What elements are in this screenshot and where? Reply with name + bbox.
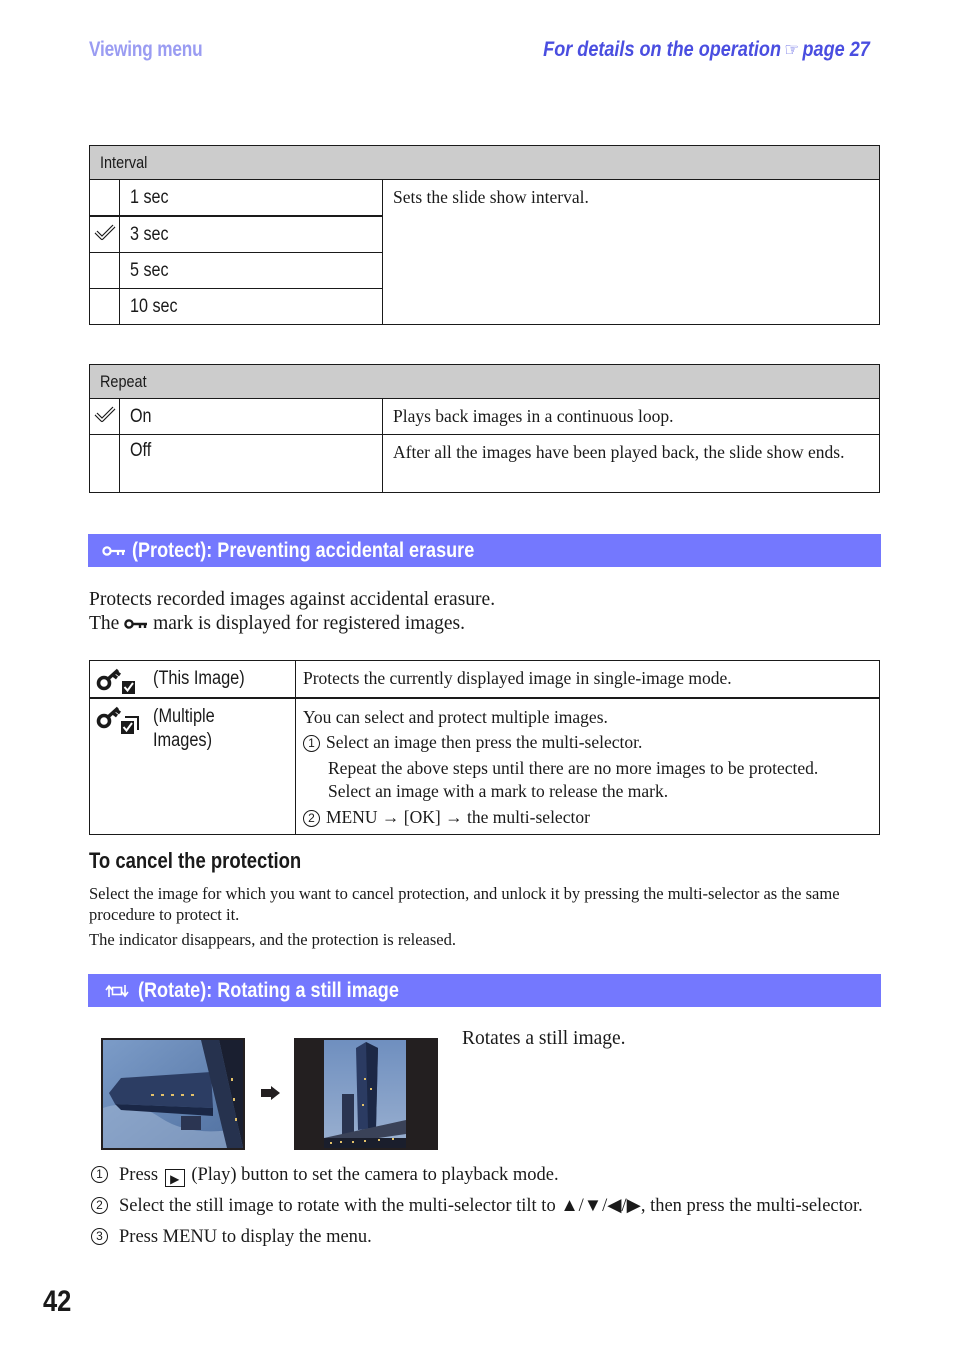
- cancel-protection-heading: To cancel the protection: [89, 848, 302, 873]
- table-row[interactable]: (This Image) Protects the currently disp…: [89, 660, 880, 698]
- check-cell: [89, 434, 120, 493]
- cancel-protection-result: The indicator disappears, and the protec…: [89, 930, 456, 949]
- step-item: 2 Select the still image to rotate with …: [89, 1194, 879, 1218]
- check-cell: [89, 215, 120, 253]
- cancel-protection-text: Select the image for which you want to c…: [89, 884, 840, 924]
- option-1sec[interactable]: 1 sec: [119, 179, 383, 217]
- option-off[interactable]: Off: [119, 434, 383, 493]
- multiple-images-option[interactable]: (Multiple Images): [89, 697, 296, 835]
- protect-table: (This Image) Protects the currently disp…: [89, 660, 880, 835]
- checkmark-icon: [94, 406, 115, 422]
- arrow-right-icon: [261, 1086, 280, 1105]
- details-page: page 27: [802, 38, 870, 61]
- protect-section-heading: (Protect): Preventing accidental erasure: [88, 534, 881, 567]
- this-image-option[interactable]: (This Image): [89, 660, 296, 698]
- table-row[interactable]: On Plays back images in a continuous loo…: [89, 398, 880, 435]
- rotate-description: Rotates a still image.: [462, 1028, 626, 1049]
- option-off-description: After all the images have been played ba…: [382, 434, 880, 493]
- interval-header: Interval: [89, 145, 880, 180]
- step-number: 2: [303, 809, 320, 827]
- check-cell: [89, 179, 120, 217]
- multiple-images-description: You can select and protect multiple imag…: [295, 697, 880, 835]
- key-icon: [124, 619, 148, 629]
- step-number: 3: [91, 1228, 108, 1245]
- rotate-icon: [105, 984, 129, 998]
- header-section-title: Viewing menu: [89, 38, 203, 61]
- table-row[interactable]: 1 sec Sets the slide show interval.: [89, 179, 880, 325]
- option-10sec[interactable]: 10 sec: [119, 288, 383, 325]
- rotate-steps: 1 Press ▶ (Play) button to set the camer…: [89, 1163, 879, 1256]
- table-row[interactable]: Off After all the images have been playe…: [89, 434, 880, 493]
- key-multi-check-icon: [96, 706, 139, 734]
- checkmark-icon: [94, 224, 115, 240]
- step-item: 1 Press ▶ (Play) button to set the camer…: [89, 1163, 879, 1187]
- key-icon: [102, 546, 125, 556]
- check-cell: [89, 252, 120, 289]
- interval-table: Interval 1 sec Sets the slide show inter…: [89, 145, 880, 325]
- interval-description: Sets the slide show interval.: [382, 179, 880, 325]
- repeat-table: Repeat On Plays back images in a continu…: [89, 364, 880, 493]
- rotate-section-heading: (Rotate): Rotating a still image: [88, 974, 881, 1007]
- step-item: 3 Press MENU to display the menu.: [89, 1225, 879, 1249]
- this-image-description: Protects the currently displayed image i…: [295, 660, 880, 698]
- rotated-image-after: [294, 1038, 438, 1150]
- check-cell: [89, 288, 120, 325]
- rotated-image-before: [101, 1038, 245, 1150]
- option-on-description: Plays back images in a continuous loop.: [382, 398, 880, 435]
- check-cell: [89, 398, 120, 435]
- repeat-header: Repeat: [89, 364, 880, 399]
- option-on[interactable]: On: [119, 398, 383, 435]
- details-prefix: For details on the operation: [543, 38, 782, 61]
- step-number: 1: [303, 735, 320, 752]
- details-link[interactable]: For details on the operation ☞ page 27: [543, 38, 870, 62]
- step-number: 1: [91, 1166, 108, 1183]
- step-number: 2: [91, 1197, 108, 1214]
- page-number: 42: [43, 1285, 72, 1318]
- option-5sec[interactable]: 5 sec: [119, 252, 383, 289]
- play-button-icon: ▶: [164, 1169, 185, 1187]
- key-check-icon: [96, 668, 135, 694]
- table-row[interactable]: (Multiple Images) You can select and prot…: [89, 697, 880, 835]
- protect-intro: Protects recorded images against acciden…: [89, 589, 496, 634]
- option-3sec[interactable]: 3 sec: [119, 215, 383, 253]
- pointing-hand-icon: ☞: [784, 40, 800, 61]
